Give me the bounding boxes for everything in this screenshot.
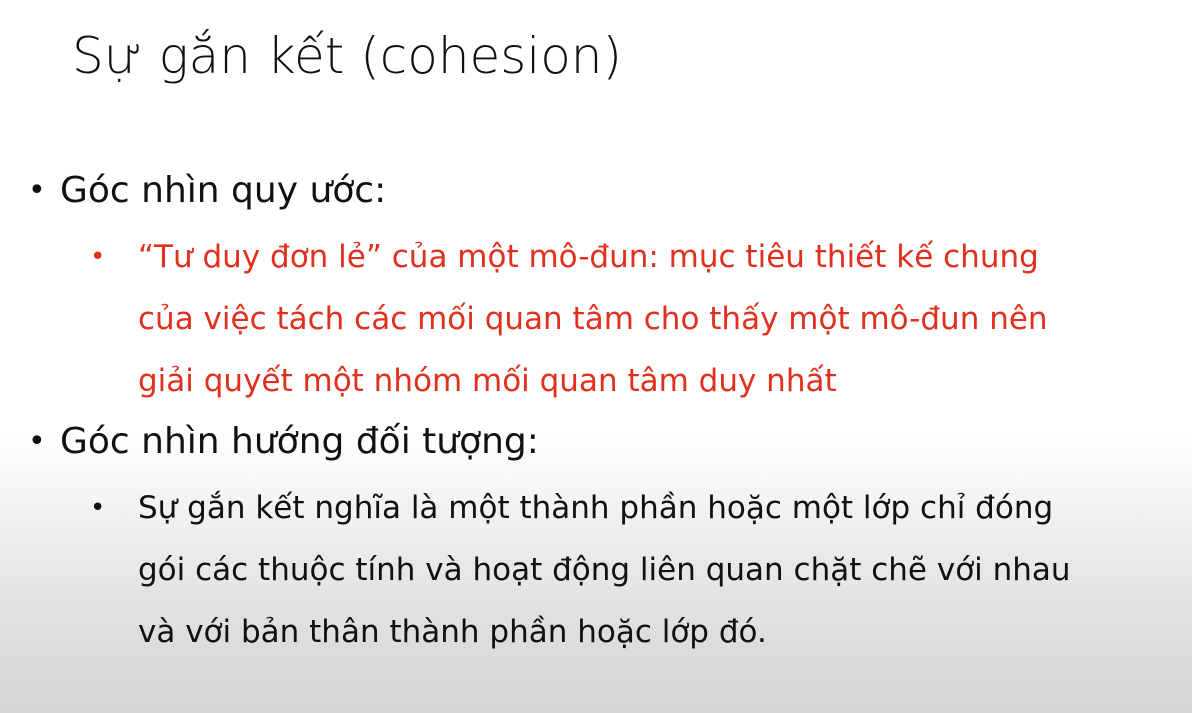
sub-bullet-line: của việc tách các mối quan tâm cho thấy … (138, 301, 1048, 337)
sub-bullet-dot-icon: • (90, 493, 106, 523)
slide-title: Sự gắn kết (cohesion) (72, 27, 622, 85)
sub-bullet-single-mindedness: • “Tư duy đơn lẻ” của một mô-đun: mục ti… (90, 226, 1170, 412)
sub-bullet-dot-icon: • (90, 242, 106, 272)
bullet-label: Góc nhìn quy ước: (60, 170, 387, 211)
slide: Sự gắn kết (cohesion) • Góc nhìn quy ước… (0, 0, 1192, 713)
sub-bullet-line: gói các thuộc tính và hoạt động liên qua… (138, 552, 1071, 588)
sub-bullet-line: và với bản thân thành phần hoặc lớp đó. (138, 614, 767, 650)
bullet-label: Góc nhìn hướng đối tượng: (60, 421, 539, 462)
sub-bullet-line: “Tư duy đơn lẻ” của một mô-đun: mục tiêu… (138, 239, 1039, 275)
sub-bullet-line: Sự gắn kết nghĩa là một thành phần hoặc … (138, 490, 1054, 526)
sub-bullet-cohesion-definition: • Sự gắn kết nghĩa là một thành phần hoặ… (90, 477, 1170, 663)
sub-bullet-line: giải quyết một nhóm mối quan tâm duy nhấ… (138, 363, 837, 399)
bullet-dot-icon: • (28, 424, 46, 459)
bullet-dot-icon: • (28, 173, 46, 208)
